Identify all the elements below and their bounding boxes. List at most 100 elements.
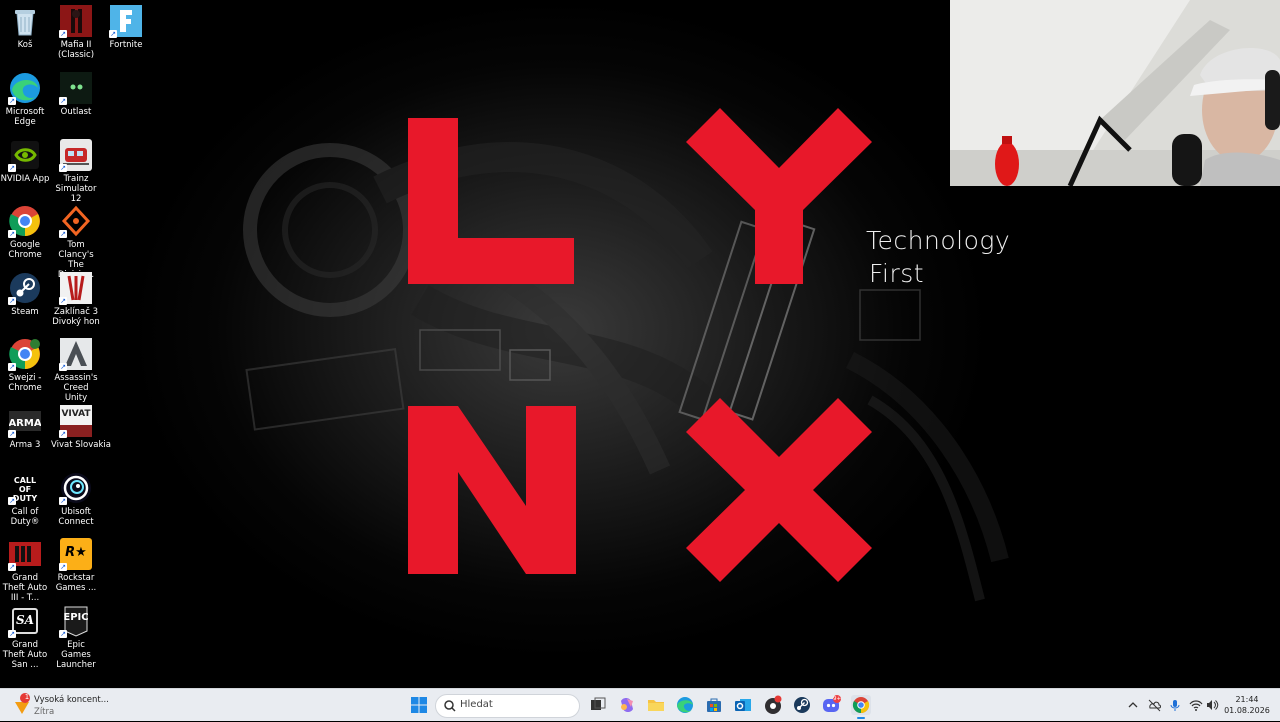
discord-icon[interactable]: 9+ [821,695,841,715]
desktop-icon-label: Epic Games Launcher [56,640,96,670]
desktop-icon-mafia[interactable]: ↗ Mafia II (Classic) [51,5,101,60]
desktop-icon-vivat-slovakia[interactable]: VIVAT ↗ Vivat Slovakia [51,405,111,450]
task-view-icon[interactable] [588,695,608,715]
shortcut-arrow-icon: ↗ [59,630,67,638]
desktop-icon-chrome-profile[interactable]: ↗ Swejzi - Chrome [0,338,50,393]
mafia-icon: ↗ [59,5,92,38]
shortcut-arrow-icon: ↗ [8,630,16,638]
obs-icon[interactable] [763,695,783,715]
wallpaper-tagline: Technology First [866,224,1010,290]
desktop-icon-label: Microsoft Edge [5,107,45,127]
search-placeholder: Hledat [460,699,493,710]
desktop-icon-label: Mafia II (Classic) [57,40,95,60]
desktop-icon-fortnite[interactable]: ↗ Fortnite [101,5,151,50]
desktop-icon-label: Assassin's Creed Unity [54,373,98,403]
copilot-icon[interactable] [617,695,637,715]
lynx-letter-l [408,118,574,284]
chrome-profile-icon: ↗ [8,338,41,371]
shortcut-arrow-icon: ↗ [59,563,67,571]
desktop-icon-label: Outlast [60,107,92,117]
recycle-bin-icon [9,5,41,37]
shortcut-arrow-icon: ↗ [59,363,67,371]
notification-badge: 1 [24,693,30,701]
active-app-indicator [857,717,865,719]
shortcut-arrow-icon: ↗ [59,497,67,505]
edge-icon[interactable] [675,695,695,715]
desktop-icon-label: Call of Duty® [10,507,40,527]
desktop-icon-label: NVIDIA App [0,174,50,184]
gta3-icon: ↗ [8,538,41,571]
taskbar-clock[interactable]: 21:44 01.08.2026 [1222,694,1272,716]
edge-icon: ↗ [8,72,41,105]
outlast-icon: ↗ [59,72,92,105]
lynx-letter-n [408,406,576,574]
shortcut-arrow-icon: ↗ [59,430,67,438]
assassins-creed-icon: ↗ [59,338,92,371]
desktop-icon-ubisoft[interactable]: ↗ Ubisoft Connect [51,472,101,527]
epic-logo-text: EPIC [63,612,89,623]
desktop-icon-label: Zaklínač 3 Divoký hon [52,307,100,327]
desktop-icon-label: Ubisoft Connect [58,507,94,527]
steam-icon[interactable] [792,695,812,715]
shortcut-arrow-icon: ↗ [8,497,16,505]
notification-title: Vysoká koncent... [34,695,109,705]
desktop-icon-outlast[interactable]: ↗ Outlast [51,72,101,117]
volume-icon[interactable] [1205,698,1219,712]
nvidia-icon: ↗ [8,139,41,172]
desktop-icon-call-of-duty[interactable]: CALL OF DUTY ↗ Call of Duty® [0,472,50,527]
desktop-icon-label: Google Chrome [8,240,42,260]
microphone-icon[interactable] [1168,698,1182,712]
cloud-offline-icon[interactable] [1147,698,1161,712]
desktop-icon-label: Trainz Simulator 12 [55,174,97,204]
desktop-icon-assassins-creed[interactable]: ↗ Assassin's Creed Unity [51,338,101,403]
desktop-icon-arma[interactable]: ARMA ↗ Arma 3 [0,405,50,450]
shortcut-arrow-icon: ↗ [109,30,117,38]
desktop-icon-label: Swejzi - Chrome [8,373,42,393]
shortcut-arrow-icon: ↗ [8,97,16,105]
rockstar-icon: R★ ↗ [59,538,92,571]
trainz-icon: ↗ [59,139,92,172]
desktop-icon-label: Fortnite [109,40,143,50]
shortcut-arrow-icon: ↗ [8,297,16,305]
witcher-icon: ↗ [59,272,92,305]
call-of-duty-icon: CALL OF DUTY ↗ [8,472,41,505]
gta-sa-icon: SA ↗ [8,605,41,638]
desktop-icon-nvidia[interactable]: ↗ NVIDIA App [0,139,50,184]
tagline-line-2: First [869,259,925,288]
desktop-icon-gta-sa[interactable]: SA ↗ Grand Theft Auto San ... [0,605,50,670]
ubisoft-icon: ↗ [59,472,92,505]
desktop-icon-gta3[interactable]: ↗ Grand Theft Auto III - T... [0,538,50,603]
desktop-icon-edge[interactable]: ↗ Microsoft Edge [0,72,50,127]
chrome-icon[interactable] [851,695,871,719]
desktop-icon-label: Vivat Slovakia [51,440,111,450]
shortcut-arrow-icon: ↗ [8,430,16,438]
arma-icon: ARMA ↗ [8,405,42,438]
taskbar-search-box[interactable]: Hledat [435,694,580,718]
desktop-icon-division[interactable]: ↗ Tom Clancy's The Divisio... [51,205,101,280]
desktop-icon-witcher[interactable]: ↗ Zaklínač 3 Divoký hon [51,272,101,327]
start-icon[interactable] [409,695,429,715]
rockstar-logo-text: R★ [65,545,87,560]
discord-badge: 9+ [833,696,842,702]
chrome-icon: ↗ [8,205,41,238]
desktop-icon-rockstar[interactable]: R★ ↗ Rockstar Games ... [51,538,101,593]
shortcut-arrow-icon: ↗ [8,363,16,371]
taskbar: 1 Vysoká koncent... Zítra Hledat 9+ 21:4… [0,688,1280,721]
wifi-icon[interactable] [1189,698,1203,712]
desktop-icon-recycle-bin[interactable]: Koš [0,5,50,50]
desktop-icon-chrome[interactable]: ↗ Google Chrome [0,205,50,260]
desktop-icon-epic-games[interactable]: EPIC ↗ Epic Games Launcher [51,605,101,670]
file-explorer-icon[interactable] [646,695,666,715]
fortnite-icon: ↗ [109,5,142,38]
shortcut-arrow-icon: ↗ [8,230,16,238]
store-icon[interactable] [704,695,724,715]
svg-text:ARMA: ARMA [9,418,41,429]
desktop-icon-trainz[interactable]: ↗ Trainz Simulator 12 [51,139,101,204]
epic-games-icon: EPIC ↗ [59,605,92,638]
desktop-icon-steam[interactable]: ↗ Steam [0,272,50,317]
notification-widget[interactable]: 1 Vysoká koncent... Zítra [12,692,109,722]
webcam-overlay [950,0,1280,186]
chevron-up-icon[interactable] [1126,698,1140,712]
tagline-line-1: Technology [866,226,1011,255]
outlook-icon[interactable] [733,695,753,715]
